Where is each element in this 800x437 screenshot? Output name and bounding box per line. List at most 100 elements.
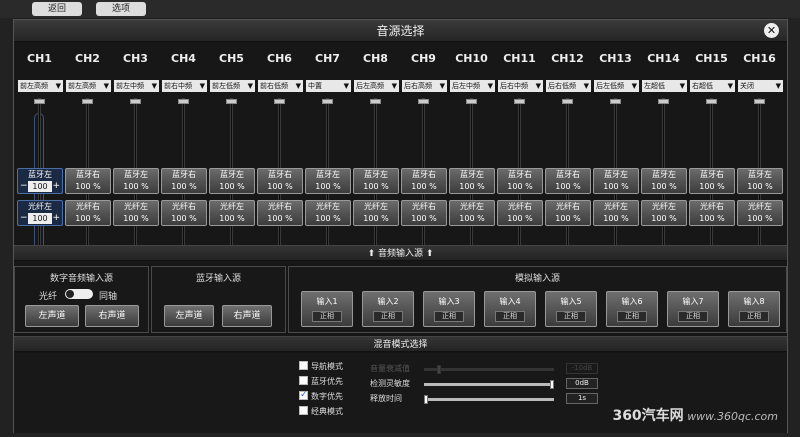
fader-knob[interactable] [514, 99, 525, 104]
source-optical-mix[interactable]: 光纤右 100 % [689, 200, 735, 226]
phase-toggle[interactable]: 正相 [373, 311, 403, 322]
fader-knob[interactable] [754, 99, 765, 104]
source-optical-mix[interactable]: 光纤左 100 % [593, 200, 639, 226]
source-optical-mix[interactable]: 光纤左 100 % [641, 200, 687, 226]
close-icon[interactable]: ✕ [764, 23, 779, 38]
channel-output-select[interactable]: 前左高频 ▼ [66, 80, 111, 92]
bluetooth-right-channel-button[interactable]: 右声道 [222, 305, 272, 327]
checkbox-icon[interactable] [299, 376, 308, 385]
phase-toggle[interactable]: 正相 [678, 311, 708, 322]
source-bluetooth-mix[interactable]: 蓝牙右 100 % [65, 168, 111, 194]
analog-input-button[interactable]: 输入7 正相 [667, 291, 719, 327]
phase-toggle[interactable]: 正相 [434, 311, 464, 322]
source-optical-mix[interactable]: 光纤右 100 % [497, 200, 543, 226]
fader-knob[interactable] [562, 99, 573, 104]
source-bluetooth-mix[interactable]: 蓝牙右 100 % [545, 168, 591, 194]
fader-knob[interactable] [178, 99, 189, 104]
analog-input-button[interactable]: 输入4 正相 [484, 291, 536, 327]
source-bluetooth-mix[interactable]: 蓝牙左 − + 100 [17, 168, 63, 194]
source-optical-mix[interactable]: 光纤左 − + 100 [17, 200, 63, 226]
source-bluetooth-mix[interactable]: 蓝牙左 100 % [449, 168, 495, 194]
checkbox-icon[interactable] [299, 361, 308, 370]
channel-output-select[interactable]: 前右低频 ▼ [258, 80, 303, 92]
analog-input-button[interactable]: 输入1 正相 [301, 291, 353, 327]
phase-toggle[interactable]: 正相 [495, 311, 525, 322]
analog-input-button[interactable]: 输入2 正相 [362, 291, 414, 327]
source-bluetooth-mix[interactable]: 蓝牙左 100 % [305, 168, 351, 194]
channel-output-select[interactable]: 前左中频 ▼ [114, 80, 159, 92]
phase-toggle[interactable]: 正相 [312, 311, 342, 322]
channel-output-select[interactable]: 中置 ▼ [306, 80, 351, 92]
back-button[interactable]: 返回 [32, 2, 82, 16]
mix-mode-checkbox[interactable]: 数字优先 [299, 389, 343, 403]
source-optical-mix[interactable]: 光纤左 100 % [737, 200, 783, 226]
digital-right-channel-button[interactable]: 右声道 [85, 305, 139, 327]
fader-knob[interactable] [274, 99, 285, 104]
mix-mode-checkbox[interactable]: 蓝牙优先 [299, 376, 343, 388]
minus-button[interactable]: − [20, 181, 28, 191]
mix-mode-checkbox[interactable]: 导航模式 [299, 361, 343, 373]
fader-knob[interactable] [466, 99, 477, 104]
channel-output-select[interactable]: 前左高频 ▼ [18, 80, 63, 92]
source-optical-mix[interactable]: 光纤右 100 % [65, 200, 111, 226]
digital-left-channel-button[interactable]: 左声道 [25, 305, 79, 327]
checkbox-icon[interactable] [299, 406, 308, 415]
fader-knob[interactable] [82, 99, 93, 104]
source-optical-mix[interactable]: 光纤左 100 % [353, 200, 399, 226]
source-bluetooth-mix[interactable]: 蓝牙左 100 % [737, 168, 783, 194]
phase-toggle[interactable]: 正相 [556, 311, 586, 322]
slider-handle[interactable] [424, 395, 428, 404]
channel-output-select[interactable]: 后右中频 ▼ [498, 80, 543, 92]
source-bluetooth-mix[interactable]: 蓝牙右 100 % [497, 168, 543, 194]
bluetooth-left-channel-button[interactable]: 左声道 [164, 305, 214, 327]
fader-knob[interactable] [322, 99, 333, 104]
source-bluetooth-mix[interactable]: 蓝牙左 100 % [641, 168, 687, 194]
source-bluetooth-mix[interactable]: 蓝牙右 100 % [401, 168, 447, 194]
source-optical-mix[interactable]: 光纤右 100 % [161, 200, 207, 226]
analog-input-button[interactable]: 输入3 正相 [423, 291, 475, 327]
optical-coax-toggle[interactable] [65, 289, 93, 299]
fader-knob[interactable] [34, 99, 45, 104]
source-bluetooth-mix[interactable]: 蓝牙左 100 % [113, 168, 159, 194]
source-bluetooth-mix[interactable]: 蓝牙右 100 % [161, 168, 207, 194]
channel-output-select[interactable]: 前左低频 ▼ [210, 80, 255, 92]
source-optical-mix[interactable]: 光纤右 100 % [401, 200, 447, 226]
channel-output-select[interactable]: 前右中频 ▼ [162, 80, 207, 92]
source-bluetooth-mix[interactable]: 蓝牙左 100 % [353, 168, 399, 194]
fader-knob[interactable] [130, 99, 141, 104]
channel-output-select[interactable]: 后右高频 ▼ [402, 80, 447, 92]
source-optical-mix[interactable]: 光纤左 100 % [113, 200, 159, 226]
source-bluetooth-mix[interactable]: 蓝牙右 100 % [689, 168, 735, 194]
source-bluetooth-mix[interactable]: 蓝牙左 100 % [593, 168, 639, 194]
channel-output-select[interactable]: 左超低 ▼ [642, 80, 687, 92]
plus-button[interactable]: + [52, 181, 60, 191]
source-optical-mix[interactable]: 光纤左 100 % [305, 200, 351, 226]
fader-knob[interactable] [418, 99, 429, 104]
fader-knob[interactable] [706, 99, 717, 104]
analog-input-button[interactable]: 输入5 正相 [545, 291, 597, 327]
channel-output-select[interactable]: 后右低频 ▼ [546, 80, 591, 92]
phase-toggle[interactable]: 正相 [617, 311, 647, 322]
minus-button[interactable]: − [20, 213, 28, 223]
channel-output-select[interactable]: 关闭 ▼ [738, 80, 783, 92]
channel-output-select[interactable]: 后左低频 ▼ [594, 80, 639, 92]
phase-toggle[interactable]: 正相 [739, 311, 769, 322]
source-bluetooth-mix[interactable]: 蓝牙左 100 % [209, 168, 255, 194]
analog-input-button[interactable]: 输入6 正相 [606, 291, 658, 327]
slider-handle[interactable] [437, 365, 441, 374]
mix-slider[interactable] [424, 365, 554, 374]
source-bluetooth-mix[interactable]: 蓝牙右 100 % [257, 168, 303, 194]
source-optical-mix[interactable]: 光纤左 100 % [449, 200, 495, 226]
mix-slider[interactable] [424, 380, 554, 389]
source-optical-mix[interactable]: 光纤右 100 % [257, 200, 303, 226]
fader-knob[interactable] [370, 99, 381, 104]
fader-knob[interactable] [610, 99, 621, 104]
checkbox-icon[interactable] [299, 389, 308, 401]
source-optical-mix[interactable]: 光纤右 100 % [545, 200, 591, 226]
mix-slider[interactable] [424, 395, 554, 404]
source-optical-mix[interactable]: 光纤左 100 % [209, 200, 255, 226]
options-button[interactable]: 选项 [96, 2, 146, 16]
channel-output-select[interactable]: 右超低 ▼ [690, 80, 735, 92]
slider-handle[interactable] [550, 380, 554, 389]
analog-input-button[interactable]: 输入8 正相 [728, 291, 780, 327]
